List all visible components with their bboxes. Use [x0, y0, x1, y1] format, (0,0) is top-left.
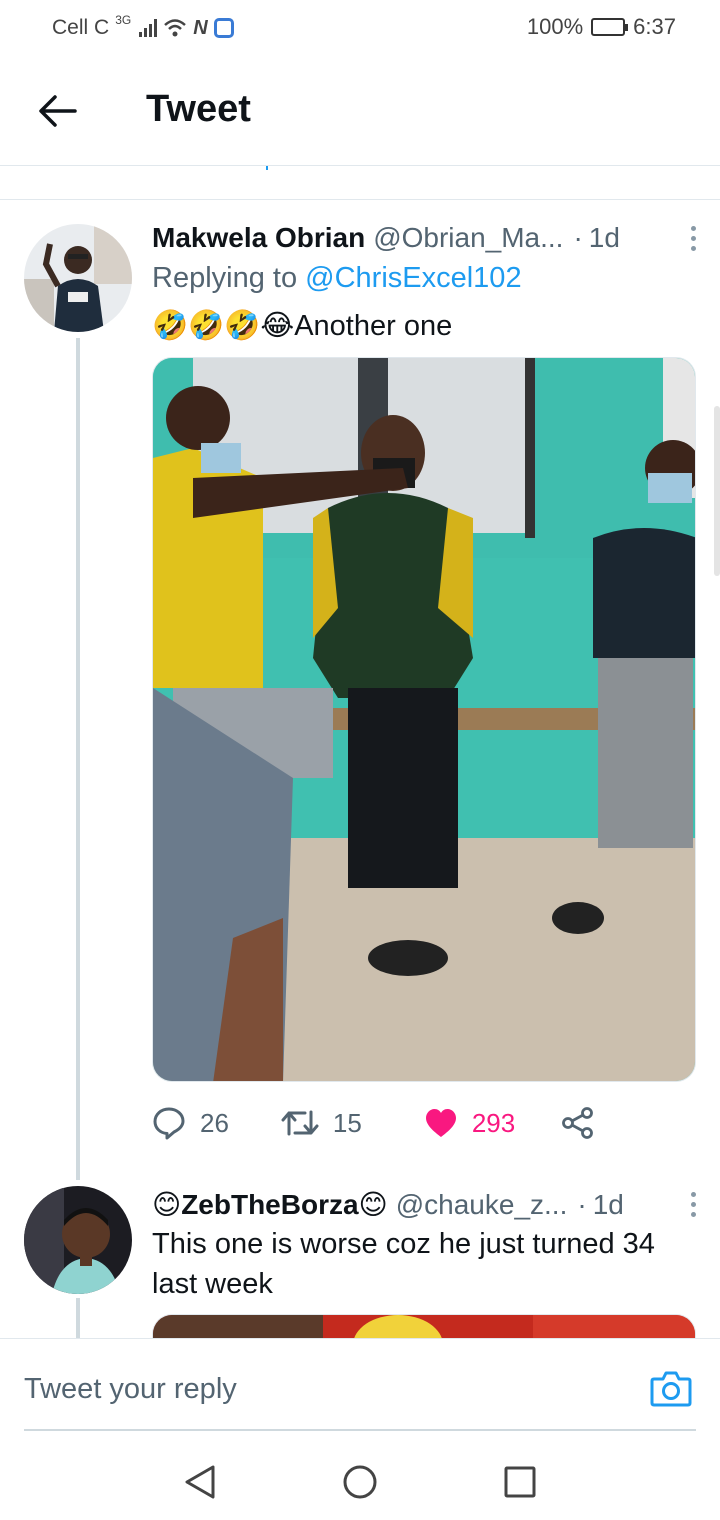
nav-back-button[interactable]	[180, 1462, 220, 1502]
retweet-icon	[281, 1110, 319, 1136]
arrow-left-icon	[39, 95, 77, 127]
status-right: 100% 6:37	[527, 14, 676, 40]
thread-separator	[0, 166, 720, 200]
back-button[interactable]	[32, 86, 82, 136]
heart-icon	[425, 1109, 456, 1137]
retweet-count: 15	[332, 1107, 362, 1138]
clock: 6:37	[633, 14, 676, 39]
avatar[interactable]	[24, 1186, 132, 1294]
tweet-image[interactable]	[152, 357, 696, 1082]
nav-home-button[interactable]	[340, 1462, 380, 1502]
app-header: Tweet	[0, 56, 720, 166]
circle-home-icon	[343, 1465, 377, 1499]
retweet-button[interactable]: 15	[281, 1108, 362, 1139]
like-count: 293	[471, 1107, 516, 1138]
status-bar: Cell C 3G N 100% 6:37	[0, 0, 720, 56]
more-options-icon[interactable]	[691, 226, 696, 251]
tweet-text: 🤣🤣🤣😂Another one	[152, 310, 453, 342]
tweet-time[interactable]: 1d	[593, 1189, 624, 1221]
reply-button[interactable]: 26	[152, 1106, 229, 1140]
nav-recents-button[interactable]	[500, 1462, 540, 1502]
author-name[interactable]: 😊ZebTheBorza😊	[152, 1188, 388, 1221]
network-type: 3G	[115, 13, 132, 27]
like-button[interactable]: 293	[424, 1108, 515, 1139]
separator-dot: ·	[577, 1189, 587, 1220]
replying-to-label: Replying to	[152, 262, 298, 294]
camera-icon	[650, 1371, 692, 1407]
author-name[interactable]: Makwela Obrian	[152, 222, 365, 254]
carrier-label: Cell C	[52, 16, 110, 39]
reply-count: 26	[200, 1107, 229, 1138]
photo-content	[153, 1315, 695, 1338]
avatar-image	[24, 1186, 132, 1294]
triangle-back-icon	[185, 1465, 215, 1499]
reply-input[interactable]: Tweet your reply	[24, 1373, 237, 1406]
reply-underline	[24, 1429, 696, 1431]
nfc-icon: N	[193, 16, 208, 39]
photo-content	[153, 358, 695, 1081]
tweet-image[interactable]	[152, 1314, 696, 1338]
tweet-text: This one is worse coz he just turned 34 …	[152, 1228, 655, 1300]
reply-mention-link[interactable]: @ChrisExcel102	[305, 262, 521, 294]
signal-icon	[139, 19, 158, 37]
previous-thread-indicator	[266, 166, 268, 170]
replying-to: Replying to @ChrisExcel102	[152, 262, 522, 295]
tweet-time[interactable]: 1d	[589, 222, 620, 254]
tweet-header: Makwela Obrian @Obrian_Ma... · 1d	[152, 222, 696, 254]
tweet[interactable]: Makwela Obrian @Obrian_Ma... · 1d Replyi…	[0, 200, 720, 1180]
camera-button[interactable]	[650, 1369, 692, 1412]
reply-icon	[153, 1107, 185, 1140]
tweet[interactable]: 😊ZebTheBorza😊 @chauke_z... · 1d This one…	[0, 1180, 720, 1338]
avatar[interactable]	[24, 224, 132, 332]
wifi-icon	[164, 19, 187, 37]
avatar-image	[24, 224, 132, 332]
share-icon	[562, 1107, 594, 1139]
square-recents-icon	[504, 1466, 536, 1498]
system-nav-bar	[0, 1432, 720, 1520]
separator-dot: ·	[573, 222, 583, 253]
author-handle[interactable]: @Obrian_Ma...	[373, 222, 563, 254]
tweet-actions: 26 15 293	[152, 1106, 692, 1140]
battery-percent: 100%	[526, 14, 584, 39]
status-left: Cell C 3G N	[52, 13, 234, 40]
more-options-icon[interactable]	[691, 1192, 696, 1217]
tweet-header: 😊ZebTheBorza😊 @chauke_z... · 1d	[152, 1188, 696, 1221]
author-handle[interactable]: @chauke_z...	[396, 1189, 568, 1221]
battery-icon	[591, 18, 629, 36]
page-title: Tweet	[146, 88, 251, 130]
reply-composer: Tweet your reply	[0, 1338, 720, 1431]
shield-icon	[213, 18, 234, 38]
share-button[interactable]	[561, 1106, 595, 1140]
